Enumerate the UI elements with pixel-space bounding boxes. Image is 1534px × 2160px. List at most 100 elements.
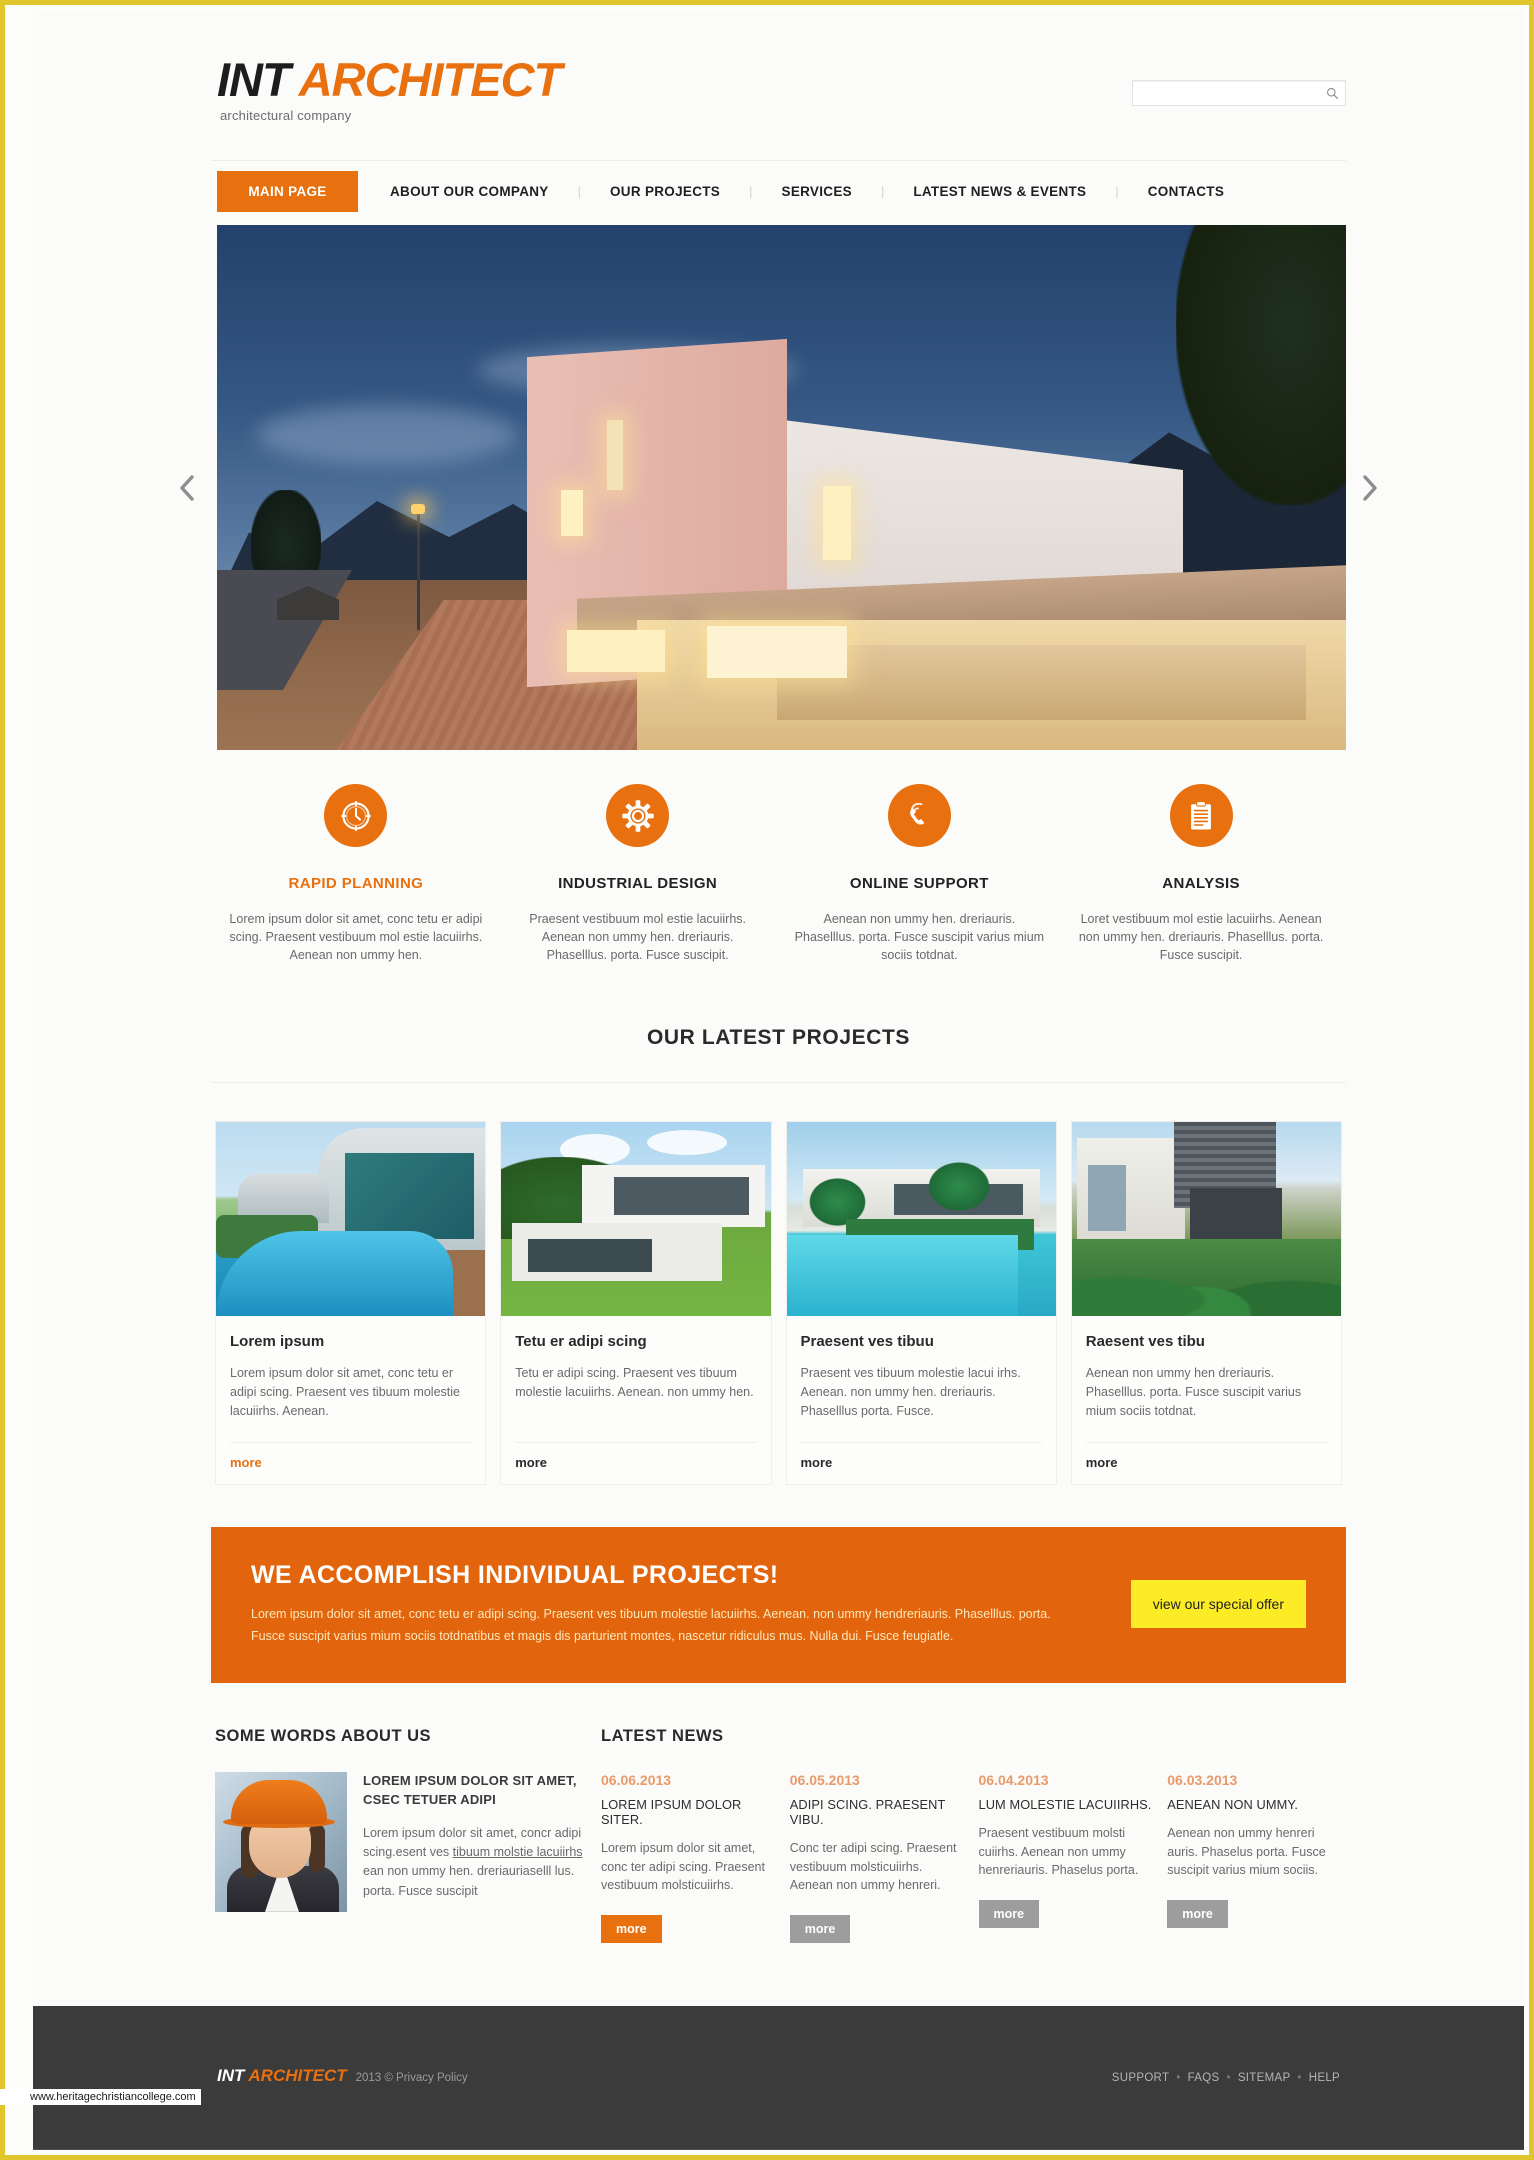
project-image-white-house bbox=[501, 1122, 771, 1317]
news-title[interactable]: AENEAN NON UMMY. bbox=[1167, 1797, 1342, 1812]
feature-text: Lorem ipsum dolor sit amet, conc tetu er… bbox=[229, 912, 483, 963]
feature-icon-circle[interactable] bbox=[324, 784, 388, 847]
bottom-columns: SOME WORDS ABOUT US LOREM IPSUM DOLOR SI… bbox=[211, 1726, 1346, 1944]
footer-link-sitemap[interactable]: SITEMAP bbox=[1238, 2072, 1291, 2084]
project-body: Tetu er adipi scing Tetu er adipi scing.… bbox=[501, 1316, 770, 1428]
nav-item-main-page[interactable]: MAIN PAGE bbox=[217, 171, 358, 212]
about-text-after: ean non ummy hen. dreriauriaselll lus. p… bbox=[363, 1864, 575, 1898]
project-thumbnail bbox=[501, 1122, 771, 1317]
chevron-right-icon bbox=[1363, 474, 1377, 501]
nav-item-services[interactable]: SERVICES bbox=[778, 184, 856, 199]
project-image-villa-pool bbox=[216, 1122, 486, 1317]
project-card[interactable]: Tetu er adipi scing Tetu er adipi scing.… bbox=[500, 1121, 772, 1486]
news-more-button[interactable]: more bbox=[978, 1900, 1040, 1929]
feature-icon-circle[interactable] bbox=[606, 784, 670, 847]
footer-logo-secondary: ARCHITECT bbox=[248, 2066, 347, 2085]
window bbox=[823, 486, 851, 560]
project-more-link[interactable]: more bbox=[515, 1442, 757, 1484]
news-title[interactable]: LUM MOLESTIE LACUIIRHS. bbox=[979, 1797, 1154, 1812]
footer-logo[interactable]: INT ARCHITECT 2013 © Privacy Policy bbox=[217, 2066, 468, 2086]
window bbox=[707, 626, 847, 678]
carport-wall bbox=[777, 645, 1306, 720]
news-text: Conc ter adipi scing. Praesent vestibuum… bbox=[789, 1840, 957, 1893]
feature-text: Loret vestibuum mol estie lacuiirhs. Aen… bbox=[1078, 912, 1324, 963]
search-box[interactable] bbox=[1132, 80, 1346, 106]
nav-separator: | bbox=[1115, 184, 1119, 199]
news-date: 06.06.2013 bbox=[601, 1771, 672, 1788]
project-image-tropical-pool bbox=[786, 1122, 1056, 1317]
promo-banner-text: Lorem ipsum dolor sit amet, conc tetu er… bbox=[251, 1607, 1051, 1643]
footer-inner: INT ARCHITECT 2013 © Privacy Policy SUPPOR… bbox=[211, 2006, 1346, 2149]
project-more-link[interactable]: more bbox=[230, 1442, 472, 1484]
news-more-button[interactable]: more bbox=[1167, 1900, 1228, 1929]
nav-separator: | bbox=[880, 184, 885, 199]
project-card[interactable]: Praesent ves tibuu Praesent ves tibuum m… bbox=[785, 1121, 1057, 1486]
about-us-row: LOREM IPSUM DOLOR SIT AMET, CSEC TETUER … bbox=[215, 1771, 587, 1912]
project-card[interactable]: Raesent ves tibu Aenean non ummy hen dre… bbox=[1070, 1121, 1342, 1486]
promo-banner: WE ACCOMPLISH INDIVIDUAL PROJECTS! Lorem… bbox=[211, 1527, 1346, 1683]
promo-banner-content: WE ACCOMPLISH INDIVIDUAL PROJECTS! Lorem… bbox=[251, 1561, 1081, 1647]
news-text: Lorem ipsum dolor sit amet, conc ter adi… bbox=[601, 1840, 765, 1893]
window bbox=[607, 420, 623, 490]
window bbox=[561, 490, 583, 536]
footer-link-faqs[interactable]: FAQS bbox=[1188, 2072, 1220, 2084]
footer-link-help[interactable]: HELP bbox=[1309, 2072, 1340, 2084]
footer-link-support[interactable]: SUPPORT bbox=[1112, 2072, 1169, 2084]
project-card[interactable]: Lorem ipsum Lorem ipsum dolor sit amet, … bbox=[215, 1121, 487, 1486]
feature-icon-circle[interactable] bbox=[887, 784, 951, 847]
news-item: 06.04.2013 LUM MOLESTIE LACUIIRHS. Praes… bbox=[978, 1771, 1154, 1943]
search-button[interactable] bbox=[1319, 81, 1345, 105]
street-lamp-light bbox=[411, 504, 425, 514]
news-text: Praesent vestibuum molsti cuiirhs. Aenea… bbox=[978, 1825, 1139, 1878]
slider-prev-button[interactable] bbox=[169, 470, 205, 506]
feature-rapid-planning: RAPID PLANNING Lorem ipsum dolor sit ame… bbox=[215, 784, 497, 964]
project-more-link[interactable]: more bbox=[1085, 1442, 1327, 1484]
feature-title: ANALYSIS bbox=[1162, 875, 1240, 892]
about-us-body: Lorem ipsum dolor sit amet, concr adipi … bbox=[363, 1824, 587, 1902]
site-logo[interactable]: INT ARCHITECT architectural company bbox=[217, 53, 563, 123]
news-title[interactable]: LOREM IPSUM DOLOR SITER. bbox=[601, 1797, 776, 1827]
project-text: Aenean non ummy hen dreriauris. Phaselll… bbox=[1085, 1366, 1302, 1418]
news-date: 06.04.2013 bbox=[978, 1771, 1049, 1788]
project-more-link[interactable]: more bbox=[800, 1442, 1042, 1484]
logo-secondary: ARCHITECT bbox=[298, 53, 563, 106]
search-input[interactable] bbox=[1133, 81, 1319, 105]
search-icon bbox=[1326, 87, 1338, 99]
nav-separator: | bbox=[577, 184, 581, 199]
about-us-block: SOME WORDS ABOUT US LOREM IPSUM DOLOR SI… bbox=[215, 1727, 587, 1943]
nav-items: ABOUT OUR COMPANY | OUR PROJECTS | SERVI… bbox=[386, 184, 1228, 199]
feature-icon-circle[interactable] bbox=[1169, 784, 1233, 847]
latest-news-title: LATEST NEWS bbox=[601, 1726, 724, 1745]
special-offer-button[interactable]: view our special offer bbox=[1130, 1580, 1306, 1629]
project-text: Praesent ves tibuum molestie lacui irhs.… bbox=[800, 1366, 1021, 1418]
hero-slide-image bbox=[217, 225, 1346, 750]
about-us-photo bbox=[215, 1771, 347, 1912]
news-title[interactable]: ADIPI SCING. PRAESENT VIBU. bbox=[790, 1797, 965, 1827]
news-item: 06.05.2013 ADIPI SCING. PRAESENT VIBU. C… bbox=[789, 1772, 965, 1944]
project-thumbnail bbox=[1071, 1122, 1341, 1317]
nav-item-contacts[interactable]: CONTACTS bbox=[1144, 184, 1228, 199]
news-item: 06.03.2013 AENEAN NON UMMY. Aenean non u… bbox=[1167, 1772, 1342, 1943]
nav-item-about-our-company[interactable]: ABOUT OUR COMPANY bbox=[386, 184, 553, 199]
news-more-button[interactable]: more bbox=[601, 1915, 662, 1944]
nav-item-latest-news-events[interactable]: LATEST NEWS & EVENTS bbox=[909, 184, 1090, 199]
about-inline-link[interactable]: tibuum molstie lacuiirhs bbox=[453, 1845, 583, 1859]
project-text: Lorem ipsum dolor sit amet, conc tetu er… bbox=[230, 1366, 460, 1418]
project-thumbnail bbox=[786, 1122, 1056, 1317]
news-more-button[interactable]: more bbox=[789, 1915, 851, 1944]
site-header: INT ARCHITECT architectural company bbox=[211, 10, 1346, 160]
hero-scene bbox=[217, 225, 1346, 750]
feature-text: Aenean non ummy hen. dreriauris. Phasell… bbox=[794, 912, 1045, 963]
projects-section-title: OUR LATEST PROJECTS bbox=[211, 1026, 1346, 1084]
nav-item-our-projects[interactable]: OUR PROJECTS bbox=[606, 184, 724, 199]
footer-copyright: 2013 © Privacy Policy bbox=[355, 2072, 468, 2084]
tree-right bbox=[1176, 225, 1346, 505]
footer-links: SUPPORT • FAQS • SITEMAP • HELP bbox=[1112, 2072, 1340, 2084]
logo-primary: INT bbox=[217, 53, 291, 106]
logo-tagline: architectural company bbox=[220, 108, 352, 123]
slider-next-button[interactable] bbox=[1352, 470, 1388, 506]
about-us-text-col: LOREM IPSUM DOLOR SIT AMET, CSEC TETUER … bbox=[363, 1772, 587, 1912]
phone-support-icon bbox=[910, 802, 925, 825]
cloud bbox=[257, 405, 517, 465]
project-title: Lorem ipsum bbox=[230, 1333, 325, 1351]
